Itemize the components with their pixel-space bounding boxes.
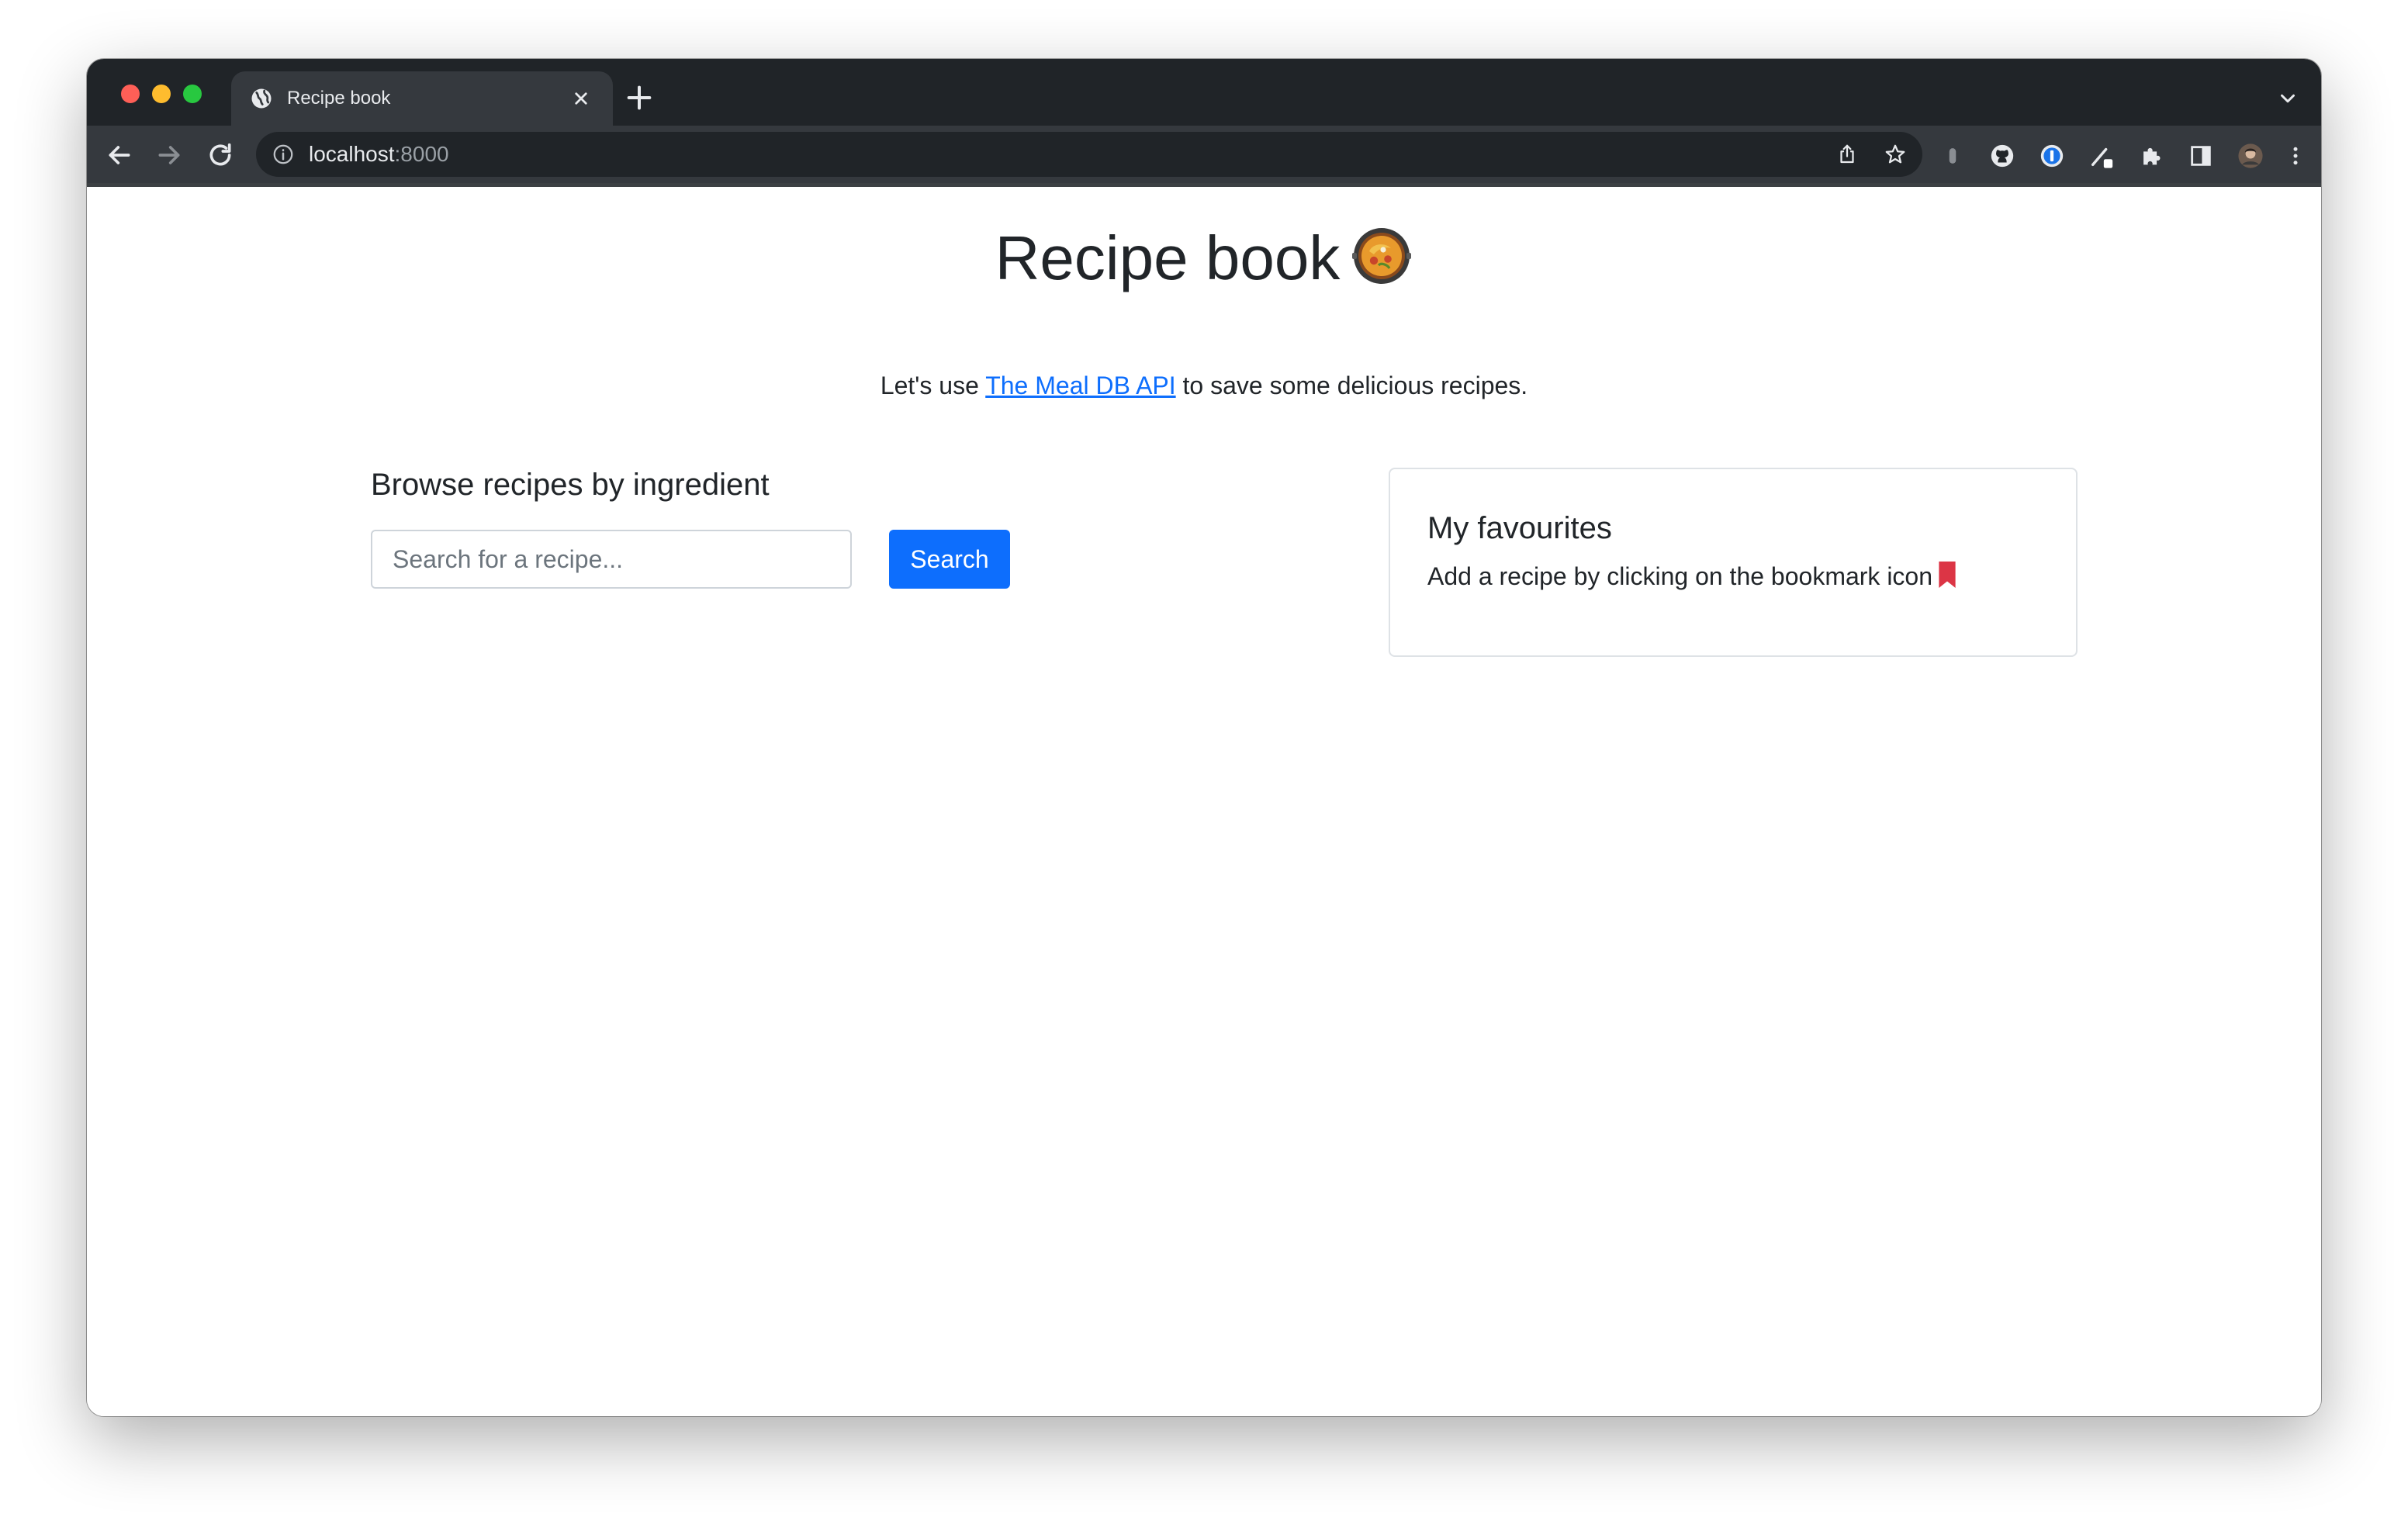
tab-title: Recipe book <box>287 88 391 109</box>
side-panel-icon[interactable] <box>2188 143 2214 169</box>
minimize-window-button[interactable] <box>152 85 171 103</box>
page-title: Recipe book <box>87 221 2321 295</box>
paella-pan-icon <box>1352 228 1412 284</box>
url-host: localhost <box>309 142 395 166</box>
extension-dim-icon[interactable] <box>1939 143 1966 169</box>
close-window-button[interactable] <box>121 85 140 103</box>
page-content: Recipe book Let's use The Meal DB API to… <box>87 187 2321 1416</box>
share-icon[interactable] <box>1835 143 1859 166</box>
search-input[interactable] <box>371 530 852 589</box>
url-port: :8000 <box>394 142 449 166</box>
maximize-window-button[interactable] <box>183 85 202 103</box>
favourites-title: My favourites <box>1427 511 1612 545</box>
page-subtitle: Let's use The Meal DB API to save some d… <box>87 370 2321 401</box>
reload-icon[interactable] <box>205 140 236 171</box>
info-icon[interactable] <box>272 143 295 166</box>
address-bar[interactable]: localhost:8000 <box>256 132 1922 177</box>
bookmark-icon <box>1939 562 1956 588</box>
back-arrow-icon[interactable] <box>104 140 135 171</box>
new-tab-icon[interactable] <box>624 82 655 113</box>
meal-db-api-link[interactable]: The Meal DB API <box>985 372 1175 399</box>
puzzle-icon[interactable] <box>2138 143 2164 169</box>
kebab-menu-icon[interactable] <box>2284 143 2307 169</box>
browser-window: Recipe book localhost:8000 Recipe book L… <box>87 59 2321 1416</box>
avatar[interactable] <box>2237 143 2264 169</box>
eyedropper-icon[interactable] <box>2088 143 2115 169</box>
tab-recipe-book[interactable]: Recipe book <box>231 71 613 126</box>
star-icon[interactable] <box>1884 143 1907 166</box>
password-manager-icon[interactable] <box>2039 143 2065 169</box>
browse-heading: Browse recipes by ingredient <box>371 468 770 502</box>
subtitle-text-before: Let's use <box>880 372 986 399</box>
favourites-hint: Add a recipe by clicking on the bookmark… <box>1427 561 1957 592</box>
favourites-card: My favourites Add a recipe by clicking o… <box>1389 468 2078 657</box>
globe-icon <box>251 88 272 109</box>
close-tab-icon[interactable] <box>569 87 593 110</box>
url-text[interactable]: localhost:8000 <box>309 143 449 166</box>
github-icon[interactable] <box>1989 143 2015 169</box>
tab-strip: Recipe book <box>87 59 2321 126</box>
forward-arrow-icon[interactable] <box>154 140 185 171</box>
chevron-down-icon[interactable] <box>2276 87 2299 110</box>
search-button[interactable]: Search <box>889 530 1010 589</box>
subtitle-text-after: to save some delicious recipes. <box>1175 372 1528 399</box>
browser-toolbar: localhost:8000 <box>87 126 2321 183</box>
favourites-hint-text: Add a recipe by clicking on the bookmark… <box>1427 562 1933 590</box>
page-title-text: Recipe book <box>995 223 1341 292</box>
